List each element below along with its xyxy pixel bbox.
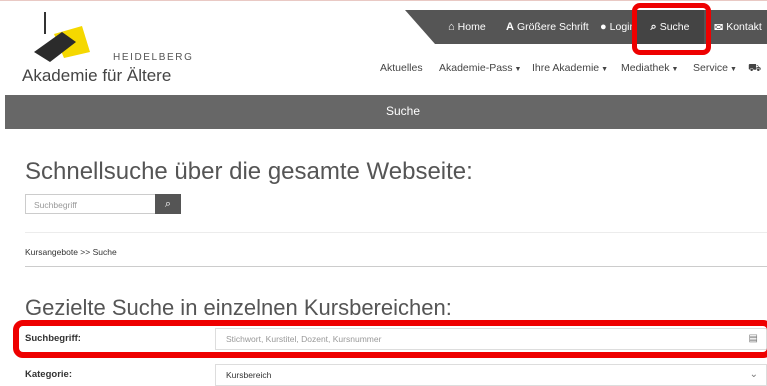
page-title: Suche <box>386 104 421 118</box>
menu-ihre-akademie-label: Ihre Akademie <box>532 62 600 74</box>
divider <box>25 232 767 233</box>
menu-aktuelles[interactable]: Aktuelles <box>380 62 423 74</box>
menu-service[interactable]: Service ▼ <box>693 62 737 74</box>
breadcrumb[interactable]: Kursangebote >> Suche <box>25 247 117 257</box>
home-icon: ⌂ <box>448 21 455 33</box>
cart-icon[interactable]: ⛟ <box>748 62 761 76</box>
search-icon: ⌕ <box>164 198 172 210</box>
site-logo[interactable]: HEIDELBERG Akademie für Ältere <box>22 12 192 92</box>
quick-search-heading: Schnellsuche über die gesamte Webseite: <box>25 158 473 185</box>
highlight-search-nav <box>632 3 711 55</box>
menu-mediathek[interactable]: Mediathek ▼ <box>621 62 678 74</box>
category-row: Kategorie: Kursbereich ⌄ <box>25 364 767 386</box>
quick-search-button[interactable]: ⌕ <box>155 194 181 214</box>
menu-akademie-pass-label: Akademie-Pass <box>439 62 513 74</box>
logo-mark-icon <box>34 12 90 62</box>
nav-contact[interactable]: ✉ Kontakt <box>714 10 762 44</box>
course-search-heading: Gezielte Suche in einzelnen Kursbereiche… <box>25 295 452 320</box>
divider <box>25 266 767 267</box>
category-value: Kursbereich <box>226 370 272 380</box>
menu-mediathek-label: Mediathek <box>621 62 670 74</box>
page-title-bar: Suche <box>5 95 767 129</box>
category-select[interactable]: Kursbereich ⌄ <box>215 364 767 386</box>
nav-contact-label: Kontakt <box>726 21 762 33</box>
category-label: Kategorie: <box>25 369 72 380</box>
logo-city: HEIDELBERG <box>113 52 194 63</box>
caret-down-icon: ▼ <box>601 66 609 73</box>
logo-name: Akademie für Ältere <box>22 66 172 85</box>
caret-down-icon: ▼ <box>514 66 522 73</box>
nav-home-label: Home <box>457 21 486 33</box>
quick-search-input[interactable]: Suchbegriff <box>25 194 155 214</box>
highlight-search-term <box>13 320 767 358</box>
menu-akademie-pass[interactable]: Akademie-Pass ▼ <box>439 62 521 74</box>
menu-ihre-akademie[interactable]: Ihre Akademie ▼ <box>532 62 608 74</box>
nav-login-label: Login <box>609 21 634 33</box>
caret-down-icon: ▼ <box>671 66 679 73</box>
nav-login[interactable]: ● Login <box>600 10 634 44</box>
nav-font-size[interactable]: A Größere Schrift <box>506 10 589 44</box>
top-rule <box>0 0 767 1</box>
nav-font-size-label: Größere Schrift <box>516 21 589 33</box>
envelope-icon: ✉ <box>714 21 724 34</box>
font-size-icon: A <box>506 21 514 33</box>
menu-service-label: Service <box>693 62 729 74</box>
nav-home[interactable]: ⌂ Home <box>448 10 486 44</box>
user-icon: ● <box>600 21 607 33</box>
chevron-down-icon: ⌄ <box>749 369 758 380</box>
caret-down-icon: ▼ <box>730 66 737 73</box>
